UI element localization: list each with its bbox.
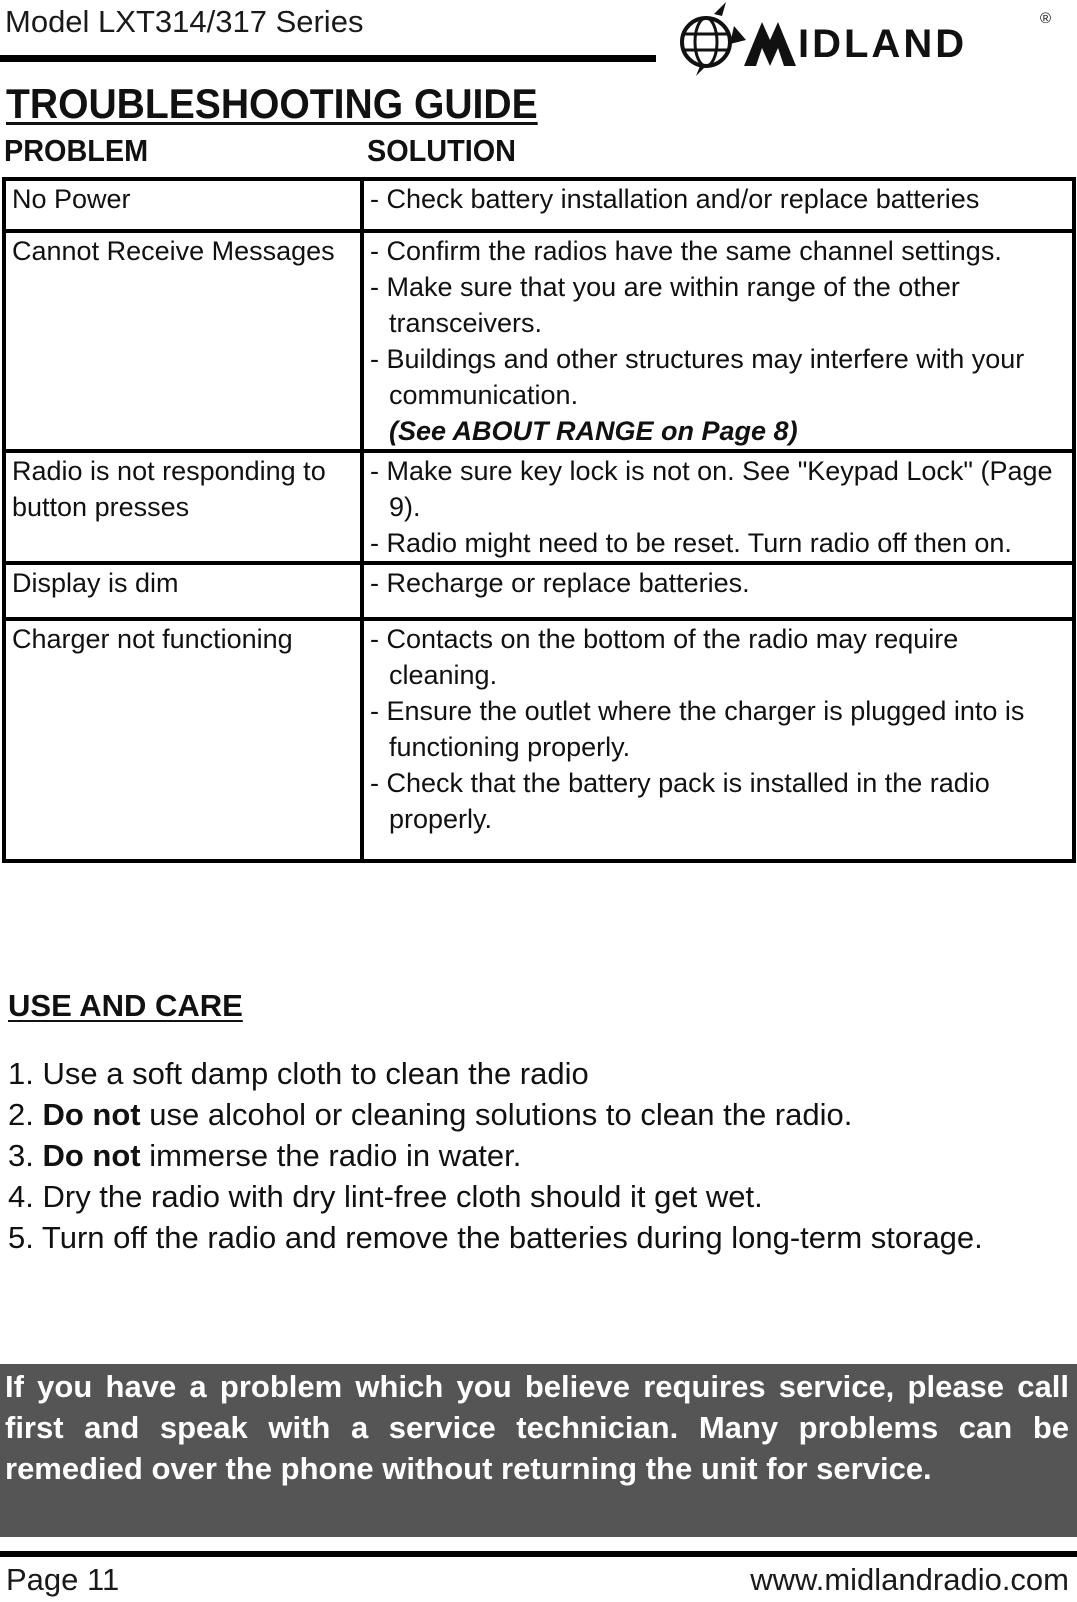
- problem-cell: Radio is not responding to button presse…: [2, 449, 364, 565]
- care-item-number: 5.: [8, 1220, 34, 1255]
- care-item: 4. Dry the radio with dry lint-free clot…: [8, 1176, 1068, 1217]
- care-item-number: 2.: [8, 1097, 34, 1132]
- solution-cell: - Check battery installation and/or repl…: [360, 177, 1076, 233]
- section-title-use-and-care: USE AND CARE: [8, 988, 243, 1023]
- website-url: www.midlandradio.com: [750, 1562, 1069, 1597]
- solution-cell: - Contacts on the bottom of the radio ma…: [360, 617, 1076, 863]
- column-header-problem: PROBLEM: [4, 133, 149, 168]
- care-item-number: 4.: [8, 1179, 34, 1214]
- solution-reference-note: (See ABOUT RANGE on Page 8): [389, 416, 798, 446]
- column-header-solution: SOLUTION: [367, 133, 516, 168]
- solution-item: - Make sure that you are within range of…: [370, 272, 960, 338]
- care-item-number: 1.: [8, 1056, 34, 1091]
- table-row: Charger not functioning - Contacts on the…: [2, 617, 1076, 863]
- brand-name: IDLAND: [798, 22, 968, 66]
- service-notice-text: If you have a problem which you believe …: [5, 1369, 1069, 1486]
- solution-item: - Recharge or replace batteries.: [370, 568, 750, 598]
- care-item: 2. Do not use alcohol or cleaning soluti…: [8, 1094, 1068, 1135]
- care-item-emphasis: Do not: [42, 1138, 141, 1173]
- problem-cell: Charger not functioning: [2, 617, 364, 863]
- problem-cell: Display is dim: [2, 561, 364, 621]
- solution-item: - Contacts on the bottom of the radio ma…: [370, 624, 959, 690]
- troubleshooting-table: No Power - Check battery installation and…: [2, 177, 1076, 863]
- solution-item: - Make sure key lock is not on. See "Key…: [370, 456, 1053, 522]
- midland-logo: IDLAND ®: [670, 0, 1075, 78]
- solution-item: - Radio might need to be reset. Turn rad…: [370, 528, 1012, 558]
- page-number: Page 11: [6, 1562, 120, 1597]
- care-item-text: Use a soft damp cloth to clean the radio: [42, 1056, 589, 1091]
- table-row: Display is dim - Recharge or replace batt…: [2, 561, 1076, 621]
- care-item-text: Turn off the radio and remove the batter…: [41, 1220, 983, 1255]
- care-item: 1. Use a soft damp cloth to clean the ra…: [8, 1053, 1068, 1094]
- care-list: 1. Use a soft damp cloth to clean the ra…: [8, 1053, 1068, 1258]
- midland-m-mark: [744, 22, 796, 66]
- problem-cell: Cannot Receive Messages: [2, 229, 364, 453]
- solution-cell: - Make sure key lock is not on. See "Key…: [360, 449, 1076, 565]
- header-rule: [0, 55, 656, 62]
- footer-rule: [0, 1551, 1077, 1557]
- problem-cell: No Power: [2, 177, 364, 233]
- solution-item: - Ensure the outlet where the charger is…: [370, 696, 1025, 762]
- solution-item: - Check battery installation and/or repl…: [370, 184, 980, 214]
- care-item-text: immerse the radio in water.: [140, 1138, 522, 1173]
- care-item-text: use alcohol or cleaning solutions to cle…: [140, 1097, 853, 1132]
- care-item: 5. Turn off the radio and remove the bat…: [8, 1217, 1068, 1258]
- model-title: Model LXT314/317 Series: [5, 4, 364, 39]
- care-item: 3. Do not immerse the radio in water.: [8, 1135, 1068, 1176]
- service-notice: If you have a problem which you believe …: [0, 1364, 1077, 1537]
- table-row: Radio is not responding to button presse…: [2, 449, 1076, 565]
- table-row: Cannot Receive Messages - Confirm the rad…: [2, 229, 1076, 453]
- care-item-number: 3.: [8, 1138, 34, 1173]
- care-item-emphasis: Do not: [42, 1097, 141, 1132]
- solution-cell: - Recharge or replace batteries.: [360, 561, 1076, 621]
- globe-logo-icon: [680, 2, 746, 76]
- table-row: No Power - Check battery installation and…: [2, 177, 1076, 233]
- solution-item: - Buildings and other structures may int…: [370, 344, 1025, 410]
- solution-cell: - Confirm the radios have the same chann…: [360, 229, 1076, 453]
- solution-item: - Confirm the radios have the same chann…: [370, 236, 1002, 266]
- solution-item: - Check that the battery pack is install…: [370, 768, 990, 834]
- registered-mark: ®: [1040, 10, 1052, 27]
- care-item-text: Dry the radio with dry lint-free cloth s…: [42, 1179, 763, 1214]
- page-title: TROUBLESHOOTING GUIDE: [6, 80, 538, 127]
